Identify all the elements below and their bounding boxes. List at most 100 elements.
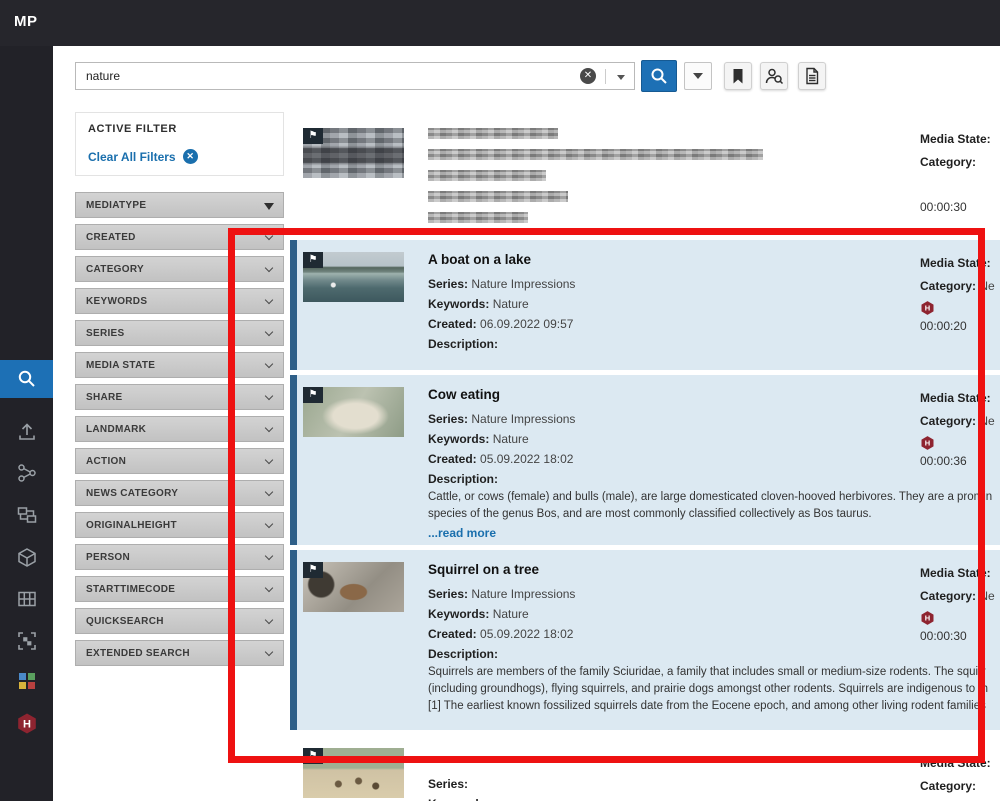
description-line: Cattle, or cows (female) and bulls (male…: [428, 489, 992, 506]
media-state-label: Media State:: [920, 566, 991, 580]
series-value: Nature Impressions: [471, 412, 575, 426]
duration: 00:00:36: [920, 454, 1000, 468]
active-filter-panel: ACTIVE FILTER Clear All Filters ✕: [75, 112, 284, 176]
document-button[interactable]: [798, 62, 826, 90]
filter-landmark[interactable]: LANDMARK: [75, 416, 284, 442]
filter-originalheight[interactable]: ORIGINALHEIGHT: [75, 512, 284, 538]
keywords-label: Keywords:: [428, 297, 489, 311]
chevron-down-icon: [265, 488, 273, 496]
filter-action[interactable]: ACTION: [75, 448, 284, 474]
series-label: Series:: [428, 587, 468, 601]
keywords-label: Keywords:: [428, 797, 489, 801]
duration: 00:00:30: [920, 200, 1000, 214]
sidebar-item-hires[interactable]: H: [0, 704, 53, 742]
chevron-down-icon: [265, 520, 273, 528]
chevron-down-icon: [265, 648, 273, 656]
result-title[interactable]: Cow eating: [428, 387, 992, 409]
clear-all-filters-link[interactable]: Clear All Filters ✕: [88, 149, 198, 164]
result-thumbnail[interactable]: ⚑: [303, 748, 404, 798]
filter-quicksearch[interactable]: QUICKSEARCH: [75, 608, 284, 634]
created-value: 05.09.2022 18:02: [480, 627, 573, 641]
apps-blocks-icon: [16, 670, 38, 692]
result-row[interactable]: ⚑ Squirrel on a tree Series: Nature Impr…: [290, 550, 1000, 730]
result-meta: Media State: Category: Ne H 00:00:20: [920, 252, 1000, 333]
hexagon-h-icon: H: [16, 712, 38, 735]
result-info: A boat on a lake Series: Nature Impressi…: [428, 252, 575, 354]
workflow-icon: [16, 504, 38, 526]
series-value: Nature Impressions: [471, 587, 575, 601]
filter-media-state[interactable]: MEDIA STATE: [75, 352, 284, 378]
result-row-redacted[interactable]: ⚑ Media State: Category: 00:00:30: [290, 116, 1000, 228]
search-button[interactable]: [641, 60, 677, 92]
result-thumbnail[interactable]: ⚑: [303, 252, 404, 302]
media-state-label: Media State:: [920, 756, 991, 770]
filter-starttimecode[interactable]: STARTTIMECODE: [75, 576, 284, 602]
result-info: Cow eating Series: Nature Impressions Ke…: [428, 387, 992, 542]
search-input[interactable]: [76, 63, 576, 89]
sidebar-item-qr-scan[interactable]: [0, 622, 53, 660]
sidebar-item-search[interactable]: [0, 360, 53, 398]
hd-badge: H: [920, 610, 1000, 628]
series-label: Series:: [428, 412, 468, 426]
svg-text:H: H: [925, 614, 930, 623]
result-info: Series: Keywords:: [428, 752, 489, 801]
filter-keywords[interactable]: KEYWORDS: [75, 288, 284, 314]
chevron-down-icon: [265, 264, 273, 272]
svg-text:H: H: [925, 304, 930, 313]
result-thumbnail[interactable]: ⚑: [303, 128, 404, 178]
filter-news-category[interactable]: NEWS CATEGORY: [75, 480, 284, 506]
result-row-partial[interactable]: ⚑ Series: Keywords: Media State: Categor…: [290, 744, 1000, 801]
filter-person[interactable]: PERSON: [75, 544, 284, 570]
chevron-down-icon: [265, 296, 273, 304]
created-label: Created:: [428, 452, 477, 466]
result-row[interactable]: ⚑ A boat on a lake Series: Nature Impres…: [290, 240, 1000, 370]
result-title[interactable]: [428, 752, 489, 774]
result-thumbnail[interactable]: ⚑: [303, 562, 404, 612]
filter-category[interactable]: CATEGORY: [75, 256, 284, 282]
filter-share[interactable]: SHARE: [75, 384, 284, 410]
description-line: (including groundhogs), flying squirrels…: [428, 681, 988, 698]
chevron-down-icon: [265, 232, 273, 240]
chevron-down-icon: [264, 203, 274, 210]
sidebar-item-share[interactable]: [0, 454, 53, 492]
filter-series[interactable]: SERIES: [75, 320, 284, 346]
redacted-info: [428, 128, 763, 233]
result-title[interactable]: Squirrel on a tree: [428, 562, 988, 584]
chevron-down-icon: [265, 360, 273, 368]
user-search-button[interactable]: [760, 62, 788, 90]
series-label: Series:: [428, 777, 468, 791]
bookmark-button[interactable]: [724, 62, 752, 90]
sidebar-item-archive[interactable]: [0, 538, 53, 576]
result-thumbnail[interactable]: ⚑: [303, 387, 404, 437]
keywords-label: Keywords:: [428, 607, 489, 621]
clear-filters-icon: ✕: [183, 149, 198, 164]
result-info: Squirrel on a tree Series: Nature Impres…: [428, 562, 988, 715]
sidebar-item-media-grid[interactable]: [0, 580, 53, 618]
description-label: Description:: [428, 472, 498, 486]
upload-icon: [16, 420, 38, 442]
result-title[interactable]: A boat on a lake: [428, 252, 575, 274]
media-type-flag-icon: ⚑: [303, 748, 323, 764]
duration: 00:00:20: [920, 319, 1000, 333]
search-dropdown-caret-icon[interactable]: [617, 75, 625, 80]
cube-icon: [16, 546, 38, 568]
created-label: Created:: [428, 317, 477, 331]
result-row[interactable]: ⚑ Cow eating Series: Nature Impressions …: [290, 375, 1000, 545]
sidebar-item-workflow[interactable]: [0, 496, 53, 534]
clear-search-icon[interactable]: ✕: [580, 68, 596, 84]
search-options-button[interactable]: [684, 62, 712, 90]
app-logo: MP: [14, 13, 38, 30]
sidebar-item-upload[interactable]: [0, 412, 53, 450]
bookmark-icon: [728, 66, 748, 86]
category-value: Ne: [979, 589, 994, 603]
active-filter-title: ACTIVE FILTER: [88, 123, 177, 135]
result-meta: Media State: Category: Ne H 00:00:36: [920, 387, 1000, 468]
filter-created[interactable]: CREATED: [75, 224, 284, 250]
qr-scan-icon: [16, 630, 38, 652]
search-icon: [650, 67, 668, 85]
sidebar-item-apps[interactable]: [0, 662, 53, 700]
filter-extended-search[interactable]: EXTENDED SEARCH: [75, 640, 284, 666]
category-label: Category:: [920, 155, 976, 169]
read-more-link[interactable]: ...read more: [428, 526, 496, 540]
filter-mediatype[interactable]: MEDIATYPE: [75, 192, 284, 218]
